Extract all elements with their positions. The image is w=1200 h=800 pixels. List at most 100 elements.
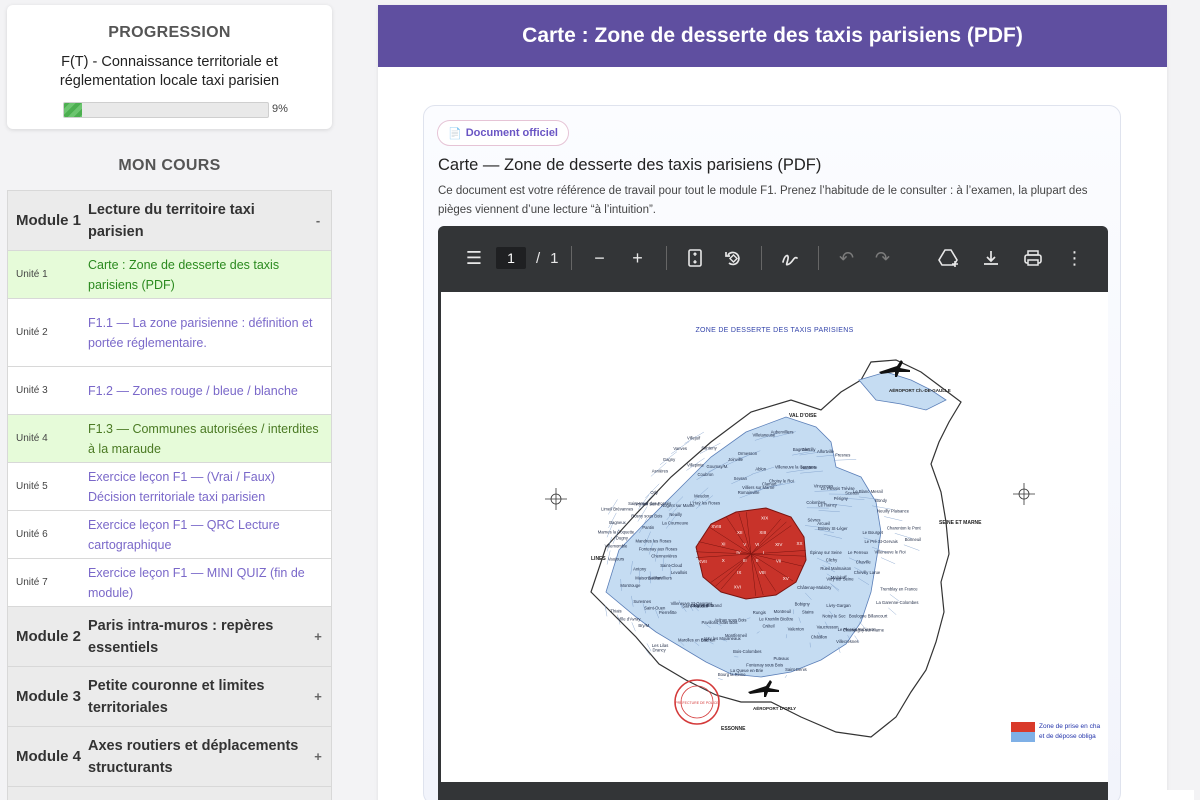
unit-item-1[interactable]: Unité 1 Carte : Zone de desserte des tax… <box>7 251 332 299</box>
commune-label: Le Pré St-Gervais <box>864 539 897 544</box>
arrondissement-label: XVI <box>734 585 741 590</box>
unit-item-6[interactable]: Unité 6 Exercice leçon F1 — QRC Lecture … <box>7 511 332 559</box>
expand-icon[interactable]: + <box>305 749 331 764</box>
commune-label: Stains <box>802 609 814 614</box>
arrondissement-label: III <box>743 558 747 563</box>
download-icon[interactable] <box>975 242 1007 274</box>
undo-icon[interactable]: ↶ <box>831 242 863 274</box>
unit-link[interactable]: Exercice leçon F1 — QRC Lecture cartogra… <box>88 511 331 559</box>
page-number-input[interactable]: 1 <box>496 247 526 269</box>
fit-page-icon[interactable] <box>679 242 711 274</box>
commune-label: Puteaux <box>774 656 790 661</box>
progress-card: PROGRESSION F(T) - Connaissance territor… <box>7 5 332 129</box>
label-cdg: AÉROPORT Ch.-DE-GAULLE <box>889 386 951 393</box>
more-options-icon[interactable]: ⋮ <box>1059 242 1091 274</box>
commune-label: Châtillon <box>811 635 828 640</box>
sidebar: PROGRESSION F(T) - Connaissance territor… <box>0 0 340 800</box>
arrondissement-label: XII <box>737 530 743 535</box>
commune-label: Fontenay aux Roses <box>639 547 677 552</box>
commune-label: Pierrefitte <box>659 610 678 615</box>
commune-label: Le Kremlin Bicêtre <box>759 617 794 622</box>
toolbar-divider <box>665 246 667 270</box>
arrondissement-label: XV <box>783 576 789 581</box>
arrondissement-label: VII <box>776 558 782 563</box>
rotate-icon[interactable] <box>717 242 749 274</box>
zoom-in-icon[interactable]: + <box>622 242 654 274</box>
zoom-out-icon[interactable]: − <box>584 242 616 274</box>
unit-link[interactable]: Carte : Zone de desserte des taxis paris… <box>88 251 331 299</box>
unit-label: Unité 5 <box>16 481 48 492</box>
arrondissement-label: IX <box>737 570 741 575</box>
commune-label: Meudon <box>694 493 710 498</box>
scroll-corner <box>1154 790 1194 800</box>
unit-label: Unité 6 <box>16 529 48 540</box>
unit-link[interactable]: F1.2 — Zones rouge / bleue / blanche <box>88 377 331 405</box>
commune-label: Chaville <box>856 559 872 564</box>
unit-link[interactable]: F1.1 — La zone parisienne : définition e… <box>88 309 331 357</box>
crosshair-right-icon <box>1013 483 1035 505</box>
expand-icon[interactable]: + <box>305 689 331 704</box>
redo-icon[interactable]: ↷ <box>867 242 899 274</box>
unit-item-7[interactable]: Unité 7 Exercice leçon F1 — MINI QUIZ (f… <box>7 559 332 607</box>
module-3-header[interactable]: Module 3 Petite couronne et limites terr… <box>7 667 332 727</box>
module-title: Axes routiers et déplacements structuran… <box>88 737 299 776</box>
collapse-icon[interactable]: - <box>305 213 331 228</box>
commune-label: Bourg la Reine <box>718 672 746 677</box>
commune-label: La Courneuve <box>662 521 689 526</box>
module-label: Module 3 <box>16 688 82 705</box>
main-content: Carte : Zone de desserte des taxis paris… <box>378 5 1167 800</box>
module-label: Module 2 <box>16 628 82 645</box>
commune-label: Rungis <box>753 610 766 615</box>
arrondissement-label: VIII <box>759 570 766 575</box>
commune-label: Ormesson <box>738 451 758 456</box>
print-icon[interactable] <box>1017 242 1049 274</box>
module-label: Module 1 <box>16 212 82 229</box>
unit-item-5[interactable]: Unité 5 Exercice leçon F1 — (Vrai / Faux… <box>7 463 332 511</box>
commune-label: Gentilly <box>802 447 817 452</box>
official-document-badge: 📄 Document officiel <box>437 120 569 146</box>
unit-item-4[interactable]: Unité 4 F1.3 — Communes autorisées / int… <box>7 415 332 463</box>
arrondissement-label: VI <box>755 542 759 547</box>
module-2-header[interactable]: Module 2 Paris intra-muros : repères ess… <box>7 607 332 667</box>
toolbar-divider <box>570 246 572 270</box>
commune-label: Asnières <box>652 468 668 473</box>
commune-label: Bondy <box>875 498 888 503</box>
pdf-viewer[interactable]: ☰ 1 / 1 − + ↶ ↷ ⋮ ZONE DE DESSERTE DES T… <box>438 226 1108 800</box>
commune-label: Créteil <box>762 624 774 629</box>
commune-label: Villecresnes <box>836 639 859 644</box>
module-1-header[interactable]: Module 1 Lecture du territoire taxi pari… <box>7 191 332 251</box>
unit-item-3[interactable]: Unité 3 F1.2 — Zones rouge / bleue / bla… <box>7 367 332 415</box>
commune-label: Le Bourget <box>862 530 883 535</box>
module-5-header[interactable] <box>7 787 332 800</box>
unit-link[interactable]: Exercice leçon F1 — (Vrai / Faux) Décisi… <box>88 463 331 511</box>
module-4-header[interactable]: Module 4 Axes routiers et déplacements s… <box>7 727 332 787</box>
commune-label: Saint-Denis <box>785 667 807 672</box>
unit-item-2[interactable]: Unité 2 F1.1 — La zone parisienne : défi… <box>7 299 332 367</box>
commune-label: Dugny <box>616 536 629 541</box>
commune-label: Ville d'Avray <box>618 617 642 622</box>
commune-label: La Garenne-Colombes <box>876 600 918 605</box>
commune-label: Tremblay en France <box>880 586 918 591</box>
expand-icon[interactable]: + <box>305 629 331 644</box>
arrondissement-label: XIV <box>775 542 782 547</box>
commune-label: Périgny <box>834 496 849 501</box>
commune-label: Neuilly Plaisance <box>877 509 910 514</box>
legend-line-1: Zone de prise en cha <box>1039 723 1101 730</box>
commune-label: Noisy le Sec <box>822 614 845 619</box>
commune-label: Boissy St-Léger <box>818 526 848 531</box>
pdf-page: ZONE DE DESSERTE DES TAXIS PARISIENS PRÉ… <box>441 292 1108 782</box>
label-yvelines: LINES <box>591 556 606 562</box>
unit-link[interactable]: Exercice leçon F1 — MINI QUIZ (fin de mo… <box>88 559 331 607</box>
draw-icon[interactable] <box>774 242 806 274</box>
commune-label: Bonneuil <box>905 537 921 542</box>
commune-label: Bobigny <box>795 601 811 606</box>
module-label: Module 4 <box>16 748 82 765</box>
label-seine-marne: SEINE ET MARNE <box>939 520 982 526</box>
menu-icon[interactable]: ☰ <box>458 242 490 274</box>
commune-label: Pantin <box>642 525 655 530</box>
unit-link[interactable]: F1.3 — Communes autorisées / interdites … <box>88 415 331 463</box>
commune-label: Bois-Colombes <box>733 649 761 654</box>
add-to-drive-icon[interactable] <box>933 242 965 274</box>
progress-track <box>63 102 269 118</box>
commune-label: Pavillons sous Bois <box>701 620 737 625</box>
